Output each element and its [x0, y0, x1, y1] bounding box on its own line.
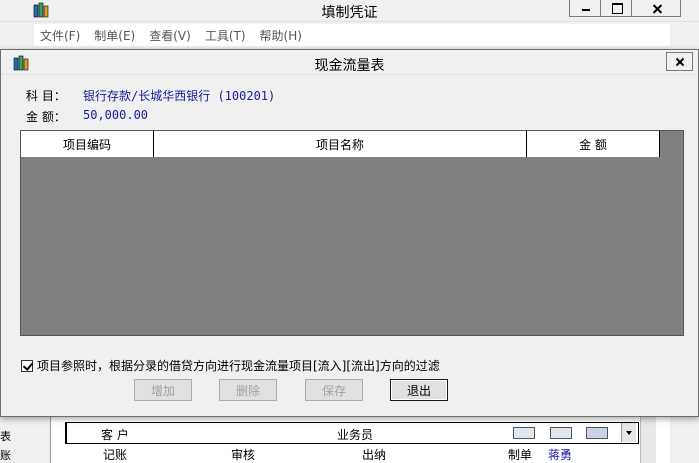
delete-button[interactable]: 删除	[219, 379, 277, 401]
salesperson-label: 业务员	[337, 428, 374, 442]
left-strip-item: 账	[0, 449, 11, 462]
dialog-titlebar: 现金流量表	[1, 50, 698, 75]
voucher-form: 客 户 业务员 记账 审核 出纳 制单 蒋勇	[50, 416, 670, 463]
window-controls	[569, 0, 681, 17]
exit-button[interactable]: 退出	[390, 379, 448, 401]
maximize-button[interactable]	[600, 0, 632, 17]
menu-bar: 文件(F) 制单(E) 查看(V) 工具(T) 帮助(H)	[34, 24, 670, 46]
column-header-amount[interactable]: 金 额	[527, 131, 660, 157]
left-strip-item: 表	[0, 430, 11, 443]
menu-help[interactable]: 帮助(H)	[260, 27, 302, 44]
close-window-button[interactable]	[631, 0, 681, 17]
minimize-button[interactable]	[569, 0, 601, 17]
bookkeeping-label: 记账	[103, 448, 128, 462]
calculator-icon[interactable]	[550, 427, 572, 439]
keyboard-icon[interactable]	[586, 427, 608, 439]
filter-checkbox[interactable]	[21, 359, 33, 372]
menu-file[interactable]: 文件(F)	[40, 27, 80, 44]
grid-header: 项目编码 项目名称 金 额	[21, 131, 660, 157]
save-button[interactable]: 保存	[305, 379, 363, 401]
voucher-titlebar: 填制凭证	[0, 0, 699, 22]
menu-tools[interactable]: 工具(T)	[205, 27, 246, 44]
amount-value: 50,000.00	[83, 108, 149, 122]
prepared-by-value: 蒋勇	[548, 448, 573, 462]
column-header-item-name[interactable]: 项目名称	[154, 131, 527, 157]
subject-value: 银行存款/长城华西银行 (100201)	[83, 89, 276, 103]
menu-voucher[interactable]: 制单(E)	[94, 27, 135, 44]
cash-flow-grid[interactable]: 项目编码 项目名称 金 额	[20, 130, 684, 336]
review-label: 审核	[231, 448, 256, 462]
dialog-title: 现金流量表	[314, 58, 385, 74]
chevron-down-icon[interactable]	[621, 423, 636, 442]
prepared-by-label: 制单	[508, 448, 533, 462]
amount-label: 金 额：	[26, 110, 66, 124]
add-button[interactable]: 增加	[134, 379, 192, 401]
customer-label: 客 户	[101, 428, 129, 442]
card-icon[interactable]	[513, 427, 535, 439]
cash-flow-dialog: 现金流量表 科 目： 银行存款/长城华西银行 (100201) 金 额： 50,…	[0, 49, 699, 417]
filter-option[interactable]: 项目参照时，根据分录的借贷方向进行现金流量项目[流入][流出]方向的过滤	[21, 357, 440, 374]
subject-label: 科 目：	[26, 89, 66, 103]
menu-view[interactable]: 查看(V)	[149, 27, 191, 44]
filter-checkbox-label: 项目参照时，根据分录的借贷方向进行现金流量项目[流入][流出]方向的过滤	[37, 359, 440, 373]
close-dialog-button[interactable]	[666, 52, 693, 71]
column-header-item-code[interactable]: 项目编码	[21, 131, 154, 157]
vertical-scrollbar[interactable]	[640, 416, 656, 463]
cashier-label: 出纳	[362, 448, 387, 462]
